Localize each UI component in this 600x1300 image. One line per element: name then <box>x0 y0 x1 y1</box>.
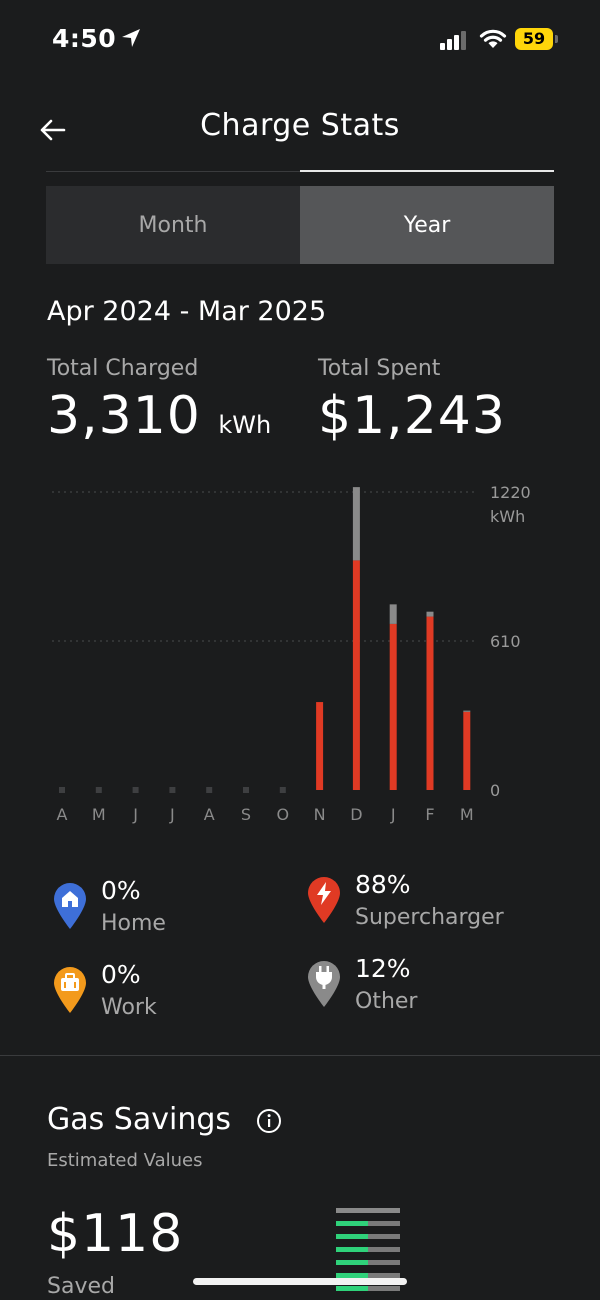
empty-bar-marker <box>206 787 213 793</box>
x-tick-label: F <box>425 805 434 824</box>
legend-supercharger-name: Supercharger <box>355 905 504 930</box>
savings-mini-chart <box>336 1208 400 1299</box>
charge-bar-chart: 1220 610 0 kWh A M J J A S O N D J F M <box>0 470 600 830</box>
legend-other-pct: 12% <box>355 954 411 983</box>
gas-savings-title: Gas Savings <box>47 1102 231 1137</box>
total-spent-label: Total Spent <box>318 356 441 381</box>
tab-year[interactable]: Year <box>300 186 554 264</box>
bar-supercharger <box>463 711 471 790</box>
mini-bar-fill <box>336 1221 368 1226</box>
cellular-signal-icon <box>440 31 466 50</box>
x-tick-label: N <box>314 805 326 824</box>
mini-bar-track <box>336 1208 400 1213</box>
y-tick-label: 1220 <box>490 483 531 502</box>
legend-item-home: 0% Home <box>53 876 303 952</box>
x-tick-label: M <box>92 805 106 824</box>
empty-bar-marker <box>59 787 65 793</box>
legend-item-other: 12% Other <box>307 954 557 1030</box>
y-unit-label: kWh <box>490 507 525 526</box>
x-tick-label: A <box>57 805 68 824</box>
bar-supercharger <box>352 560 360 790</box>
briefcase-icon <box>54 967 86 1013</box>
legend-supercharger-pct: 88% <box>355 870 411 899</box>
mini-bar <box>336 1286 400 1291</box>
home-icon <box>54 883 86 929</box>
status-bar: 4:50 59 <box>0 0 600 80</box>
bar-supercharger <box>316 702 324 790</box>
mini-bar-fill <box>336 1286 368 1291</box>
total-charged-unit: kWh <box>218 411 272 439</box>
wifi-icon <box>479 29 507 48</box>
status-time: 4:50 <box>52 24 117 53</box>
x-tick-label: J <box>169 805 175 824</box>
bar-other <box>463 710 471 712</box>
mini-bar <box>336 1247 400 1252</box>
legend-work-name: Work <box>101 995 157 1020</box>
bar-other <box>352 487 360 561</box>
mini-bar-fill <box>336 1234 368 1239</box>
total-charged-value: 3,310 kWh <box>47 386 271 446</box>
mini-bar <box>336 1221 400 1226</box>
saved-label: Saved <box>47 1274 115 1299</box>
y-tick-label: 610 <box>490 632 521 651</box>
empty-bar-marker <box>169 787 176 793</box>
date-range: Apr 2024 - Mar 2025 <box>47 296 327 327</box>
battery-indicator: 59 <box>515 28 553 50</box>
battery-cap <box>555 35 558 43</box>
tab-month[interactable]: Month <box>46 186 300 264</box>
info-icon[interactable] <box>256 1108 282 1134</box>
mini-bar-fill <box>336 1247 368 1252</box>
lightning-icon <box>308 877 340 923</box>
legend-work-pct: 0% <box>101 960 141 989</box>
bar-supercharger <box>426 616 434 790</box>
empty-bar-marker <box>132 787 139 793</box>
legend-home-name: Home <box>101 911 166 936</box>
x-tick-label: M <box>460 805 474 824</box>
x-tick-label: J <box>132 805 138 824</box>
tab-underline-active <box>300 170 554 172</box>
x-tick-label: D <box>350 805 362 824</box>
empty-bar-marker <box>95 787 102 793</box>
chart-svg: 1220 610 0 kWh A M J J A S O N D J F M <box>52 483 531 824</box>
x-tick-label: J <box>390 805 396 824</box>
saved-value: $118 <box>47 1204 184 1264</box>
x-tick-label: A <box>204 805 215 824</box>
mini-bar <box>336 1260 400 1265</box>
bar-supercharger <box>389 623 397 790</box>
gas-savings-subtitle: Estimated Values <box>47 1150 203 1171</box>
section-divider <box>0 1055 600 1056</box>
y-tick-label: 0 <box>490 781 500 800</box>
x-tick-label: S <box>241 805 251 824</box>
tab-underline <box>46 171 300 172</box>
location-arrow-icon <box>122 29 140 47</box>
home-indicator[interactable] <box>193 1278 407 1285</box>
page-title: Charge Stats <box>200 108 400 143</box>
x-tick-label: O <box>277 805 290 824</box>
legend-other-name: Other <box>355 989 418 1014</box>
legend-home-pct: 0% <box>101 876 141 905</box>
mini-bar <box>336 1234 400 1239</box>
legend-item-supercharger: 88% Supercharger <box>307 870 557 946</box>
total-charged-number: 3,310 <box>47 386 201 446</box>
empty-bar-marker <box>243 787 249 793</box>
plug-icon <box>308 961 340 1007</box>
bar-other <box>426 611 434 617</box>
total-charged-label: Total Charged <box>47 356 199 381</box>
legend-item-work: 0% Work <box>53 960 303 1036</box>
bar-other <box>389 604 397 624</box>
mini-bar-fill <box>336 1260 368 1265</box>
total-spent-value: $1,243 <box>318 386 506 446</box>
empty-bar-marker <box>279 787 286 793</box>
